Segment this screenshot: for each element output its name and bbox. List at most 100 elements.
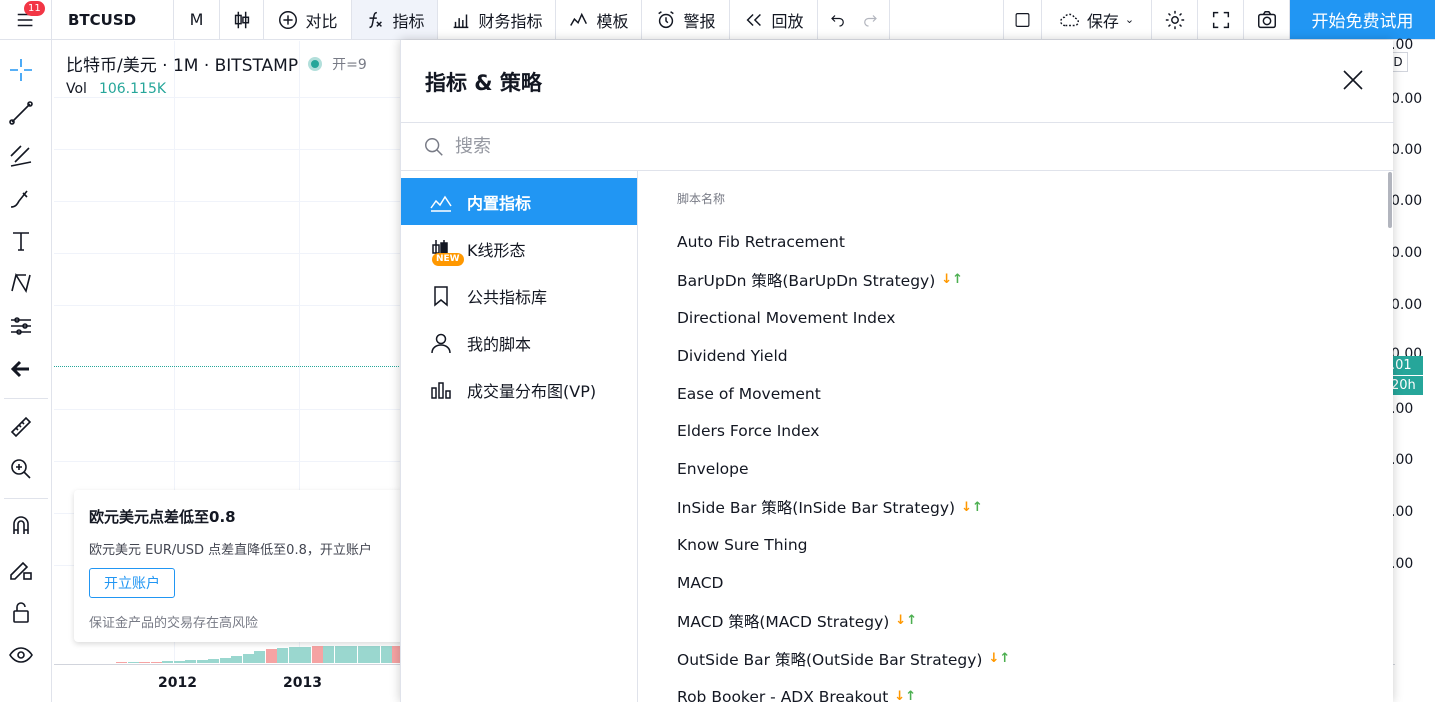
script-list-item[interactable]: Directional Movement Index xyxy=(677,299,1377,337)
save-button[interactable]: 保存 ⌄ xyxy=(1042,0,1152,39)
alarm-clock-icon xyxy=(658,10,675,28)
strategy-arrows-icon: ↓↑ xyxy=(895,613,917,628)
nav-item-builtin[interactable]: 内置指标 xyxy=(401,178,637,225)
hide-tool[interactable] xyxy=(4,638,38,672)
trend-line-tool[interactable] xyxy=(4,96,38,130)
gear-icon xyxy=(1165,10,1184,29)
alerts-label: 警报 xyxy=(683,11,716,31)
start-free-trial-button[interactable]: 开始免费试用 xyxy=(1290,0,1435,39)
price-label: 0.00 xyxy=(1391,245,1423,261)
text-tool[interactable] xyxy=(4,224,38,258)
bar-chart-icon xyxy=(454,14,469,28)
chevron-down-icon[interactable]: ⌄ xyxy=(1125,13,1134,26)
prediction-tool[interactable] xyxy=(4,309,38,343)
expand-icon xyxy=(1212,11,1229,28)
arrow-down-icon: ↓ xyxy=(988,651,1000,667)
volume-bar xyxy=(139,662,150,663)
strategy-arrows-icon: ↓↑ xyxy=(894,689,916,702)
volume-legend[interactable]: Vol 106.115K xyxy=(66,81,166,97)
indicators-dialog: 指标 & 策略 内置指标 NEW K线形态 公共指标库 我的脚本 成交量分布图(… xyxy=(400,40,1394,702)
price-axis[interactable]: .00 D 0.00 0.00 0.00 0.00 0.00 0.00 .01 … xyxy=(1388,37,1435,663)
toolbar-divider xyxy=(4,498,48,499)
interval-button[interactable]: M xyxy=(174,0,220,39)
price-label: .00 xyxy=(1391,37,1414,53)
volume-bar xyxy=(242,654,254,663)
bookmark-icon xyxy=(434,285,448,307)
redo-icon[interactable] xyxy=(861,11,879,29)
replay-button[interactable]: 回放 xyxy=(730,0,818,39)
script-list-item[interactable]: MACD xyxy=(677,564,1377,602)
price-label: .00 xyxy=(1391,556,1414,572)
symbol-search-button[interactable]: BTCUSD xyxy=(52,0,174,39)
user-icon xyxy=(431,333,451,353)
search-icon xyxy=(425,137,443,156)
list-scrollbar[interactable] xyxy=(1388,172,1392,228)
script-list-item[interactable]: Envelope xyxy=(677,450,1377,488)
nav-item-candlestick-patterns[interactable]: NEW K线形态 xyxy=(401,225,637,272)
text-icon xyxy=(13,232,29,251)
ruler-icon xyxy=(10,416,32,438)
script-list-item[interactable]: Know Sure Thing xyxy=(677,526,1377,564)
dialog-divider xyxy=(637,171,638,702)
script-list-item[interactable]: BarUpDn 策略(BarUpDn Strategy) ↓↑ xyxy=(677,261,1377,299)
dialog-close-button[interactable] xyxy=(1341,68,1365,92)
price-label: 0.00 xyxy=(1391,142,1423,158)
crosshair-tool[interactable] xyxy=(4,53,38,87)
toolbar-spacer xyxy=(890,0,1004,39)
back-arrow-tool[interactable] xyxy=(4,352,38,386)
market-status-dot[interactable] xyxy=(308,56,323,71)
fullscreen-button[interactable] xyxy=(1198,0,1244,39)
nav-item-label: K线形态 xyxy=(467,240,526,260)
script-list-item[interactable]: MACD 策略(MACD Strategy) ↓↑ xyxy=(677,602,1377,640)
volume-bar xyxy=(277,648,288,663)
script-list-item[interactable]: Auto Fib Retracement xyxy=(677,223,1377,261)
indicators-button[interactable]: 指标 xyxy=(352,0,438,39)
templates-button[interactable]: 模板 xyxy=(556,0,642,39)
volume-bar xyxy=(162,661,173,663)
lock-all-tool[interactable] xyxy=(4,595,38,629)
pattern-tool[interactable] xyxy=(4,266,38,300)
nav-item-public-library[interactable]: 公共指标库 xyxy=(401,272,637,319)
strategy-arrows-icon: ↓↑ xyxy=(941,272,963,287)
drawing-toolbar xyxy=(0,40,52,702)
trend-line-icon xyxy=(9,101,33,125)
chart-type-button[interactable] xyxy=(220,0,264,39)
financials-button[interactable]: 财务指标 xyxy=(438,0,556,39)
category-nav: 内置指标 NEW K线形态 公共指标库 我的脚本 成交量分布图(VP) xyxy=(401,178,637,413)
search-input[interactable] xyxy=(455,136,1255,157)
candles-icon xyxy=(234,11,249,28)
time-axis-label: 2013 xyxy=(283,675,322,691)
volume-bar xyxy=(116,662,127,663)
script-name: MACD 策略(MACD Strategy) xyxy=(677,612,890,631)
compare-button[interactable]: 对比 xyxy=(264,0,352,39)
script-list-item[interactable]: OutSide Bar 策略(OutSide Bar Strategy) ↓↑ xyxy=(677,640,1377,678)
undo-icon[interactable] xyxy=(829,11,847,29)
list-column-header: 脚本名称 xyxy=(677,192,726,206)
script-list-item[interactable]: InSide Bar 策略(InSide Bar Strategy) ↓↑ xyxy=(677,488,1377,526)
script-list-item[interactable]: Ease of Movement xyxy=(677,375,1377,413)
settings-button[interactable] xyxy=(1152,0,1198,39)
script-list-item[interactable]: Elders Force Index xyxy=(677,412,1377,450)
cloud-icon xyxy=(1059,13,1079,26)
screenshot-button[interactable] xyxy=(1244,0,1290,39)
arrow-down-icon: ↓ xyxy=(961,499,972,515)
menu-button[interactable]: 11 xyxy=(0,0,52,39)
layout-button[interactable] xyxy=(1004,0,1042,39)
volume-bar xyxy=(265,649,277,663)
fib-tool[interactable] xyxy=(4,139,38,173)
volume-bar xyxy=(196,660,208,663)
alerts-button[interactable]: 警报 xyxy=(642,0,730,39)
series-legend[interactable]: 比特币/美元 · 1M · BITSTAMP 开=9 xyxy=(66,51,367,76)
open-account-button[interactable]: 开立账户 xyxy=(89,568,175,598)
script-list-item[interactable]: Rob Booker - ADX Breakout ↓↑ xyxy=(677,678,1377,702)
zoom-in-icon xyxy=(11,459,31,479)
measure-tool[interactable] xyxy=(4,410,38,444)
magnet-tool[interactable] xyxy=(4,509,38,543)
zoom-tool[interactable] xyxy=(4,452,38,486)
nav-item-my-scripts[interactable]: 我的脚本 xyxy=(401,319,637,366)
brush-tool[interactable] xyxy=(4,182,38,216)
script-list-item[interactable]: Dividend Yield xyxy=(677,337,1377,375)
nav-item-volume-profile[interactable]: 成交量分布图(VP) xyxy=(401,366,637,413)
ohlc-open: 开=9 xyxy=(332,56,367,73)
lock-drawing-tool[interactable] xyxy=(4,552,38,586)
